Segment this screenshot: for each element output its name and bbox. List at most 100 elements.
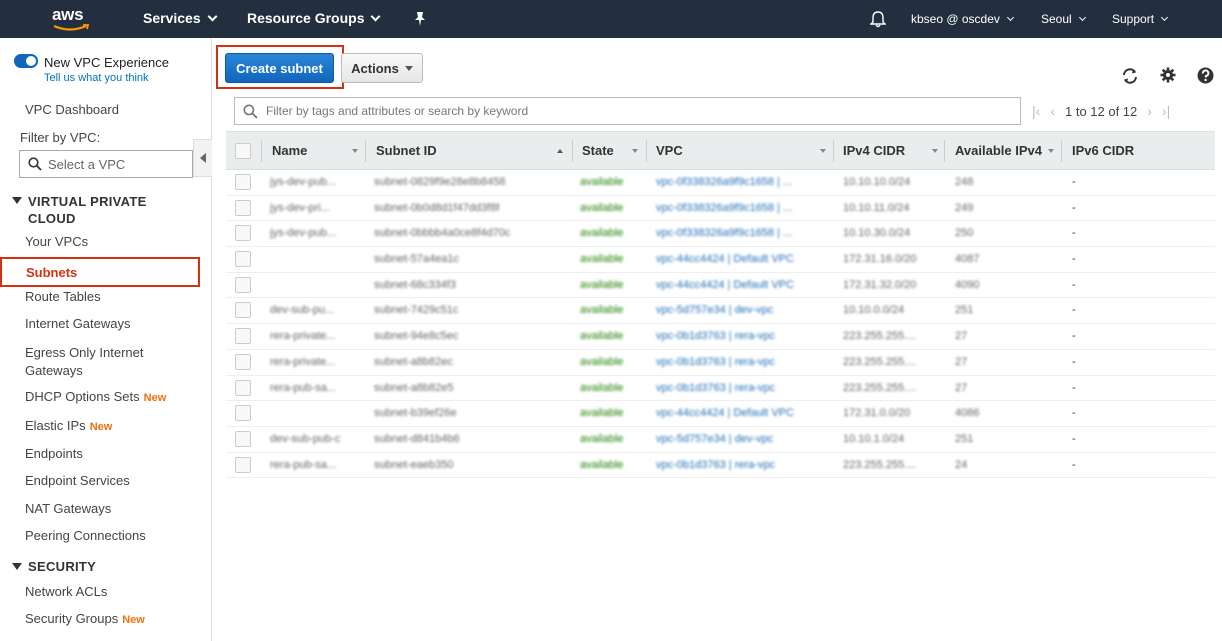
pushpin-icon[interactable]: [413, 11, 427, 27]
first-page-icon[interactable]: |‹: [1032, 103, 1040, 119]
cell-name: dev-sub-pu...: [270, 304, 335, 317]
cell-state: available: [580, 253, 624, 266]
sidebar-item-internet-gateways[interactable]: Internet Gateways: [25, 316, 131, 331]
help-icon[interactable]: [1197, 67, 1214, 84]
cell-vpc[interactable]: vpc-44cc4424 | Default VPC: [656, 253, 794, 265]
column-header-ipv4-cidr[interactable]: IPv4 CIDR: [843, 143, 905, 158]
cell-vpc[interactable]: vpc-5d757e34 | dev-vpc: [656, 304, 773, 316]
account-menu[interactable]: kbseo @ oscdev: [911, 12, 1014, 26]
row-checkbox[interactable]: [235, 251, 251, 268]
row-checkbox[interactable]: [235, 174, 251, 190]
sidebar-item-endpoints[interactable]: Endpoints: [25, 446, 83, 461]
sidebar-item-egress-only-internet-gateways[interactable]: Egress Only Internet Gateways: [25, 344, 144, 380]
cell-vpc[interactable]: vpc-44cc4424 | Default VPC: [656, 279, 794, 291]
table-row[interactable]: jys-dev-pub... subnet-0bbbb4a0ce8f4d70c av…: [226, 221, 1215, 248]
cell-vpc[interactable]: vpc-0f338326a9f9c1658 | ...: [656, 176, 792, 188]
table-row[interactable]: rera-private... subnet-a8b82ec available vp…: [226, 350, 1215, 376]
refresh-icon[interactable]: [1121, 67, 1139, 85]
column-header-name[interactable]: Name: [272, 143, 307, 158]
cell-available-ipv4: 250: [955, 227, 974, 240]
table-row[interactable]: dev-sub-pu... subnet-7429c51c available vpc…: [226, 298, 1215, 325]
sidebar-item-vpc-dashboard[interactable]: VPC Dashboard: [25, 102, 119, 117]
cell-ipv6-cidr: -: [1072, 381, 1076, 394]
row-checkbox[interactable]: [235, 302, 251, 319]
table-row[interactable]: subnet-68c334f3 available vpc-44cc4424 | D…: [226, 273, 1215, 299]
sort-caret-icon[interactable]: [352, 149, 358, 153]
cell-vpc[interactable]: vpc-0b1d3763 | rera-vpc: [656, 356, 775, 368]
column-header-state[interactable]: State: [582, 143, 614, 158]
cell-ipv4-cidr: 10.10.30.0/24: [843, 227, 911, 240]
region-menu[interactable]: Seoul: [1041, 12, 1086, 26]
next-page-icon[interactable]: ›: [1147, 103, 1152, 119]
table-row[interactable]: jys-dev-pri... subnet-0b0d8d1f47dd3f8f ava…: [226, 196, 1215, 222]
cell-vpc[interactable]: vpc-0b1d3763 | rera-vpc: [656, 382, 775, 394]
cell-vpc[interactable]: vpc-0f338326a9f9c1658 | ...: [656, 202, 792, 214]
sidebar-item-dhcp-options-sets[interactable]: DHCP Options Sets New: [25, 389, 166, 404]
cell-subnet-id: subnet-68c334f3: [374, 278, 456, 291]
column-header-ipv6-cidr[interactable]: IPv6 CIDR: [1072, 143, 1134, 158]
sidebar-item-elastic-ips[interactable]: Elastic IPs New: [25, 418, 112, 433]
row-checkbox[interactable]: [235, 225, 251, 242]
table-row[interactable]: rera-pub-sa... subnet-a8b82e5 available vpc…: [226, 376, 1215, 402]
sidebar-item-network-acls[interactable]: Network ACLs: [25, 584, 107, 599]
create-subnet-button[interactable]: Create subnet: [225, 53, 334, 83]
row-checkbox[interactable]: [235, 353, 251, 370]
vpc-filter-select[interactable]: Select a VPC: [19, 150, 193, 178]
security-groups-label: Security Groups: [25, 611, 119, 626]
sidebar-item-route-tables[interactable]: Route Tables: [25, 289, 101, 304]
sidebar-item-endpoint-services[interactable]: Endpoint Services: [25, 473, 130, 488]
row-checkbox[interactable]: [235, 405, 251, 422]
sort-caret-icon[interactable]: [820, 149, 826, 153]
aws-logo-text: aws: [52, 5, 84, 24]
new-vpc-experience-toggle[interactable]: [14, 54, 38, 68]
select-all-checkbox[interactable]: [235, 143, 251, 159]
table-row[interactable]: rera-private... subnet-94e8c5ec available v…: [226, 324, 1215, 350]
row-checkbox[interactable]: [235, 328, 251, 345]
row-checkbox[interactable]: [235, 456, 251, 473]
cell-vpc[interactable]: vpc-44cc4424 | Default VPC: [656, 407, 794, 419]
support-menu[interactable]: Support: [1112, 12, 1169, 26]
table-row[interactable]: subnet-57a4ea1c available vpc-44cc4424 | D…: [226, 247, 1215, 273]
column-header-subnet-id[interactable]: Subnet ID: [376, 143, 437, 158]
row-checkbox[interactable]: [235, 379, 251, 396]
cell-vpc[interactable]: vpc-0b1d3763 | rera-vpc: [656, 330, 775, 342]
actions-label: Actions: [351, 60, 399, 76]
column-header-vpc[interactable]: VPC: [656, 143, 683, 158]
table-row[interactable]: rera-pub-sa... subnet-eaeb350 available vpc…: [226, 453, 1215, 479]
row-checkbox[interactable]: [235, 276, 251, 293]
aws-logo[interactable]: aws: [52, 5, 92, 33]
collapse-sidebar-button[interactable]: [193, 139, 212, 177]
cell-vpc[interactable]: vpc-5d757e34 | dev-vpc: [656, 433, 773, 445]
filter-search-input[interactable]: Filter by tags and attributes or search …: [234, 97, 1021, 125]
resource-groups-label: Resource Groups: [247, 10, 365, 26]
sort-ascending-icon[interactable]: [557, 149, 563, 153]
cell-subnet-id: subnet-0bbbb4a0ce8f4d70c: [374, 227, 511, 240]
last-page-icon[interactable]: ›|: [1162, 103, 1170, 119]
section-virtual-private-cloud[interactable]: VIRTUAL PRIVATE CLOUD: [12, 193, 147, 227]
sort-caret-icon[interactable]: [632, 149, 638, 153]
section-security[interactable]: SECURITY: [12, 559, 96, 574]
feedback-link[interactable]: Tell us what you think: [44, 72, 149, 84]
previous-page-icon[interactable]: ‹: [1050, 103, 1055, 119]
row-checkbox[interactable]: [235, 199, 251, 216]
bell-icon[interactable]: [870, 11, 886, 28]
sort-caret-icon[interactable]: [932, 149, 938, 153]
table-row[interactable]: jys-dev-pub... subnet-0829f9e28e8b8458 ava…: [226, 170, 1215, 196]
sidebar-item-subnets[interactable]: Subnets: [0, 257, 200, 287]
sidebar-item-your-vpcs[interactable]: Your VPCs: [25, 234, 88, 249]
table-row[interactable]: dev-sub-pub-c subnet-d841b4b6 available vpc…: [226, 427, 1215, 453]
cell-available-ipv4: 251: [955, 432, 974, 445]
sort-caret-icon[interactable]: [1048, 149, 1054, 153]
actions-dropdown-button[interactable]: Actions: [341, 53, 423, 83]
cell-vpc[interactable]: vpc-0b1d3763 | rera-vpc: [656, 459, 775, 471]
gear-icon[interactable]: [1160, 67, 1176, 83]
column-header-available-ipv4[interactable]: Available IPv4: [955, 143, 1045, 158]
sidebar-item-security-groups[interactable]: Security Groups New: [25, 611, 145, 626]
sidebar-item-nat-gateways[interactable]: NAT Gateways: [25, 501, 111, 516]
resource-groups-menu[interactable]: Resource Groups: [247, 10, 381, 26]
sidebar-item-peering-connections[interactable]: Peering Connections: [25, 528, 146, 543]
services-menu[interactable]: Services: [143, 10, 218, 26]
table-row[interactable]: subnet-b39ef26e available vpc-44cc4424 | D…: [226, 401, 1215, 427]
row-checkbox[interactable]: [235, 430, 251, 447]
cell-vpc[interactable]: vpc-0f338326a9f9c1658 | ...: [656, 227, 792, 239]
